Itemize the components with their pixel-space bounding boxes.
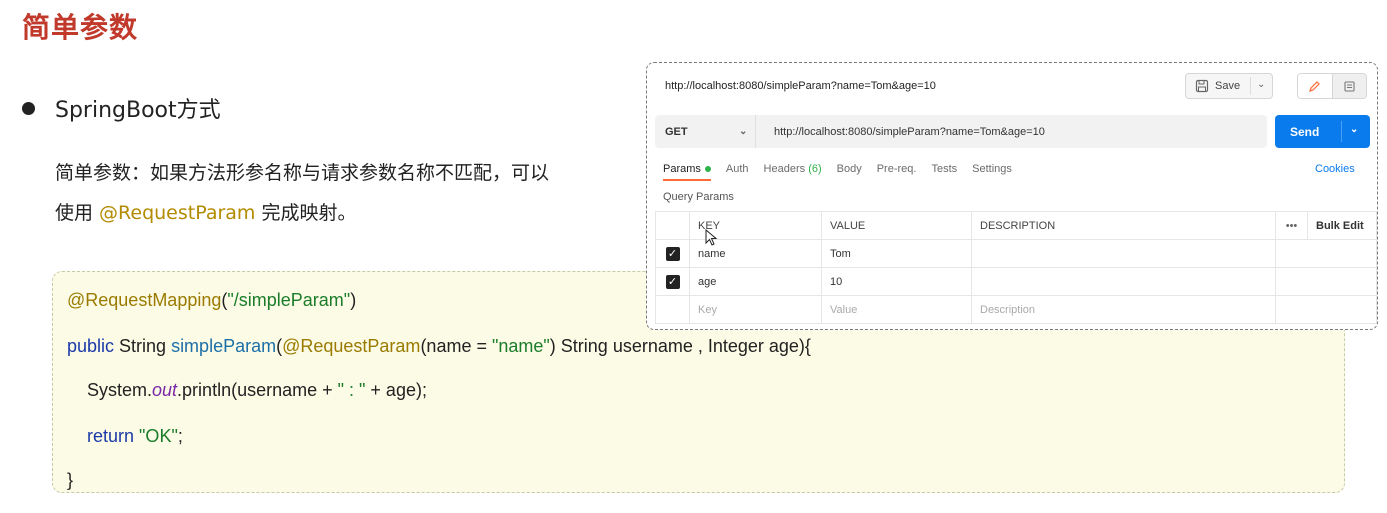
divider (1250, 77, 1251, 95)
row-filler (1275, 295, 1377, 324)
tab-settings[interactable]: Settings (972, 163, 1012, 175)
save-button[interactable]: Save ⌄ (1185, 73, 1273, 99)
send-button[interactable]: Send ⌄ (1275, 115, 1370, 148)
description-line-1: 简单参数：如果方法形参名称与请求参数名称不匹配，可以 (55, 162, 550, 184)
code-text: System. (87, 380, 153, 400)
checkbox-checked-icon: ✓ (665, 274, 680, 289)
param-key-cell[interactable]: age (689, 267, 822, 296)
code-annotation: @RequestMapping (67, 290, 222, 310)
value-placeholder-cell[interactable]: Value (821, 295, 972, 324)
code-field: out (152, 380, 178, 400)
description-placeholder-cell[interactable]: Description (971, 295, 1276, 324)
chevron-down-icon: ⌄ (739, 126, 748, 137)
bullet-dot (22, 101, 35, 115)
desc-text: 使用 (55, 202, 100, 224)
mouse-cursor-icon (705, 229, 718, 246)
code-text: + age); (365, 380, 427, 400)
code-string: "OK" (139, 426, 178, 446)
code-text: ) (350, 290, 357, 310)
code-keyword: return (87, 426, 135, 446)
divider (1341, 121, 1342, 142)
code-string: " : " (337, 380, 366, 400)
bullet-text: SpringBoot方式 (55, 98, 221, 123)
code-text: ) String username , Integer age){ (549, 336, 811, 356)
description-line-2: 使用 @RequestParam 完成映射。 (55, 198, 356, 225)
postman-panel: http://localhost:8080/simpleParam?name=T… (646, 62, 1378, 330)
annotation-highlight: @RequestParam (99, 202, 256, 224)
param-description-cell[interactable] (971, 239, 1276, 268)
tab-label: Params (663, 163, 701, 175)
column-header-value: VALUE (821, 211, 972, 240)
row-filler (1275, 267, 1377, 296)
tab-label: Headers (763, 163, 806, 175)
pencil-icon (1309, 80, 1321, 92)
row-checkbox[interactable]: ✓ (655, 239, 690, 268)
table-row-empty: Key Value Description (655, 295, 1377, 324)
status-dot (704, 166, 711, 173)
params-table: KEY VALUE DESCRIPTION ••• Bulk Edit ✓ na… (655, 211, 1377, 324)
tab-params[interactable]: Params (663, 163, 711, 181)
chevron-down-icon[interactable]: ⌄ (1350, 124, 1358, 135)
code-text: String (114, 336, 172, 356)
tab-pre-request[interactable]: Pre-req. (877, 163, 917, 175)
save-label: Save (1215, 80, 1241, 92)
code-text: ; (177, 426, 183, 446)
table-row: ✓ name Tom (655, 239, 1377, 268)
tab-headers[interactable]: Headers (6) (764, 163, 822, 175)
document-icon (1344, 80, 1355, 92)
bullet-item: SpringBoot方式 (22, 92, 221, 124)
code-keyword: public (67, 336, 115, 356)
query-params-heading: Query Params (663, 191, 734, 203)
chevron-down-icon[interactable]: ⌄ (1257, 79, 1265, 90)
header-checkbox-cell (655, 211, 690, 240)
slide-title: 简单参数 (22, 11, 139, 44)
column-header-description: DESCRIPTION (971, 211, 1276, 240)
code-line-4: return "OK"; (87, 426, 183, 447)
request-tabs: Params Auth Headers (6) Body Pre-req. Te… (663, 163, 1027, 181)
param-value-cell[interactable]: Tom (821, 239, 972, 268)
view-mode-toggle (1297, 73, 1367, 99)
request-bar: GET ⌄ http://localhost:8080/simpleParam?… (655, 115, 1267, 148)
code-line-3: System.out.println(username + " : " + ag… (87, 380, 427, 401)
param-value-cell[interactable]: 10 (821, 267, 972, 296)
method-label: GET (665, 125, 688, 138)
url-input[interactable]: http://localhost:8080/simpleParam?name=T… (755, 115, 1045, 148)
row-checkbox[interactable]: ✓ (655, 267, 690, 296)
headers-count: (6) (808, 163, 822, 175)
code-method-name: simpleParam (171, 336, 277, 356)
cookies-link[interactable]: Cookies (1315, 163, 1355, 175)
comments-mode-button[interactable] (1332, 74, 1366, 98)
code-line-2: public String simpleParam(@RequestParam(… (67, 336, 811, 357)
desc-text: 完成映射。 (255, 202, 357, 224)
edit-mode-button[interactable] (1298, 74, 1333, 98)
table-header-row: KEY VALUE DESCRIPTION ••• Bulk Edit (655, 211, 1377, 240)
method-select[interactable]: GET ⌄ (655, 126, 755, 138)
save-icon (1195, 79, 1209, 93)
send-label: Send (1290, 124, 1320, 139)
code-line-1: @RequestMapping("/simpleParam") (67, 290, 356, 311)
code-text: (name = (420, 336, 492, 356)
request-title[interactable]: http://localhost:8080/simpleParam?name=T… (665, 80, 936, 92)
code-line-5: } (67, 470, 74, 490)
code-text: .println(username + (177, 380, 338, 400)
param-description-cell[interactable] (971, 267, 1276, 296)
tab-body[interactable]: Body (837, 163, 862, 175)
empty-checkbox-cell (655, 295, 690, 324)
bulk-edit-button[interactable]: Bulk Edit (1307, 211, 1377, 240)
tab-tests[interactable]: Tests (931, 163, 957, 175)
key-placeholder-cell[interactable]: Key (689, 295, 822, 324)
tab-auth[interactable]: Auth (726, 163, 749, 175)
checkbox-checked-icon: ✓ (665, 246, 680, 261)
code-string: "/simpleParam" (227, 290, 351, 310)
code-annotation: @RequestParam (282, 336, 421, 356)
more-options-icon[interactable]: ••• (1275, 211, 1308, 240)
table-row: ✓ age 10 (655, 267, 1377, 296)
code-string: "name" (491, 336, 550, 356)
row-filler (1275, 239, 1377, 268)
